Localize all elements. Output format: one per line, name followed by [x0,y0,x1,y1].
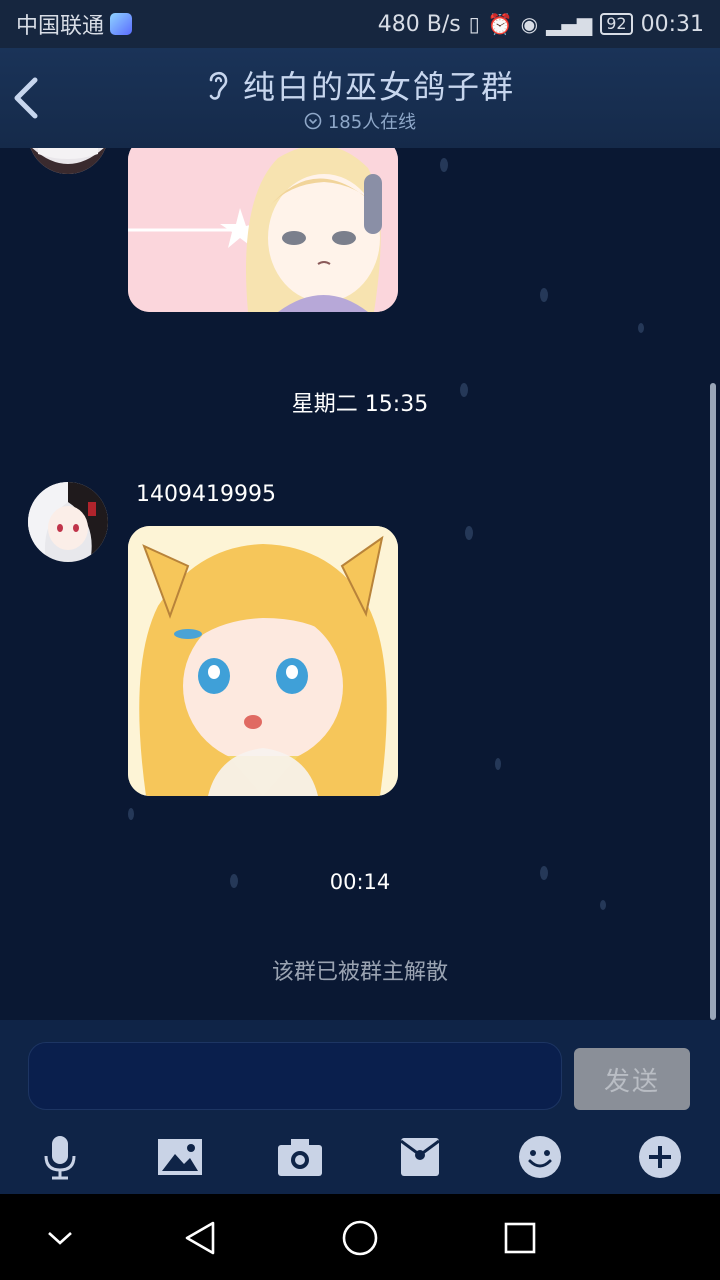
timestamp-divider: 00:14 [329,870,391,894]
status-bar: 中国联通 480 B/s ▯ ⏰ ◉ ▂▄▆ 92 00:31 [0,0,720,48]
online-count-toggle[interactable]: 185人在线 [0,108,720,134]
attachment-toolbar [0,1120,720,1194]
scrollbar[interactable] [710,383,716,1020]
battery-level: 92 [600,13,633,35]
sticker-image [128,148,398,312]
clock: 00:31 [640,11,704,37]
voice-button[interactable] [30,1130,90,1184]
chat-screen: 中国联通 480 B/s ▯ ⏰ ◉ ▂▄▆ 92 00:31 纯白的巫女鸽子群 [0,0,720,1280]
timestamp-divider: 星期二 15:35 [291,392,429,417]
plus-icon [639,1136,681,1178]
microphone-icon [44,1136,76,1180]
chat-header: 纯白的巫女鸽子群 185人在线 [0,48,720,149]
nav-recents-button[interactable] [496,1214,544,1262]
image-message[interactable] [128,526,398,796]
hide-nav-button[interactable] [36,1214,84,1262]
ear-icon [209,71,228,100]
alarm-icon: ⏰ [487,12,513,36]
background-particle [540,288,548,302]
chevron-circle-icon [304,112,322,130]
background-particle [440,158,448,172]
avatar-image [28,482,108,562]
circle-home-icon [342,1220,378,1256]
sender-avatar[interactable] [28,482,108,562]
message-list[interactable]: 星期二 15:35 1409419995 00:14 该群已被群主解散 [0,148,720,1020]
message-input[interactable] [28,1042,562,1110]
chevron-down-icon [48,1232,72,1245]
app-notification-icon [110,13,133,35]
sticker-image [128,526,398,796]
avatar-image [28,148,108,174]
background-particle [495,758,501,770]
send-button[interactable]: 发送 [574,1048,690,1110]
eye-icon: ◉ [520,12,539,36]
nav-back-button[interactable] [176,1214,224,1262]
system-navigation-bar [0,1194,720,1280]
triangle-back-icon [185,1221,215,1255]
composer-bar: 发送 [0,1020,720,1120]
background-particle [638,323,644,333]
emoji-icon [519,1136,561,1178]
background-particle [600,900,606,910]
group-title: 纯白的巫女鸽子群 [242,68,515,106]
vibrate-icon: ▯ [468,12,480,36]
online-count: 185人在线 [327,112,417,133]
camera-button[interactable] [270,1130,330,1184]
red-packet-icon [400,1138,440,1176]
more-button[interactable] [630,1130,690,1184]
square-recents-icon [504,1222,536,1254]
image-message[interactable] [128,148,398,312]
carrier-label: 中国联通 [16,14,105,39]
background-particle [465,526,473,540]
sender-name: 1409419995 [136,482,276,507]
image-icon [158,1139,202,1175]
net-speed: 480 B/s [377,11,461,37]
image-button[interactable] [150,1130,210,1184]
background-particle [128,808,134,820]
red-packet-button[interactable] [390,1130,450,1184]
signal-icon: ▂▄▆ [546,12,593,36]
sender-avatar[interactable] [28,148,108,174]
nav-home-button[interactable] [336,1214,384,1262]
emoji-button[interactable] [510,1130,570,1184]
camera-icon [278,1139,322,1176]
system-notice: 该群已被群主解散 [271,960,448,985]
